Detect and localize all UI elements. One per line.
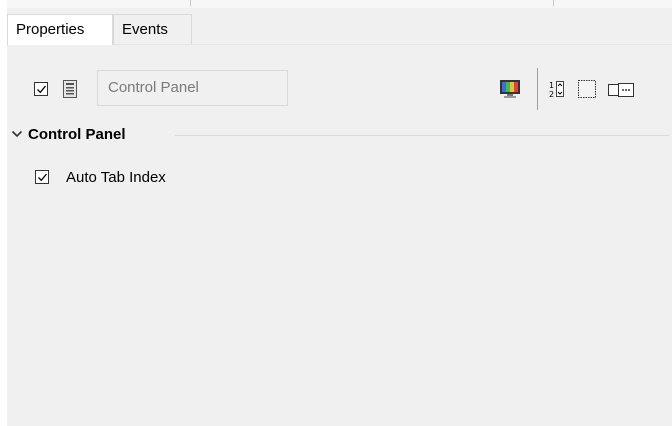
show-component-checkbox[interactable] <box>34 82 48 96</box>
properties-panel: Properties Events Control Panel 1 2 Cont… <box>7 0 672 426</box>
monitor-colors-icon[interactable] <box>499 79 521 103</box>
auto-tab-index-checkbox[interactable] <box>35 170 49 184</box>
control-panel-section-header[interactable]: Control Panel <box>7 124 672 146</box>
auto-tab-index-label: Auto Tab Index <box>66 169 166 186</box>
svg-text:2: 2 <box>549 90 554 98</box>
top-divider-tick <box>190 0 191 6</box>
svg-text:1: 1 <box>549 81 554 90</box>
toggle-button-icon[interactable] <box>608 83 634 101</box>
top-divider-tick <box>553 0 554 6</box>
component-name-field[interactable]: Control Panel <box>97 70 288 106</box>
tab-properties-label: Properties <box>16 21 85 38</box>
checkmark-icon <box>38 173 48 182</box>
tab-properties[interactable]: Properties <box>7 14 113 45</box>
tab-events[interactable]: Events <box>113 14 192 44</box>
component-icon <box>63 80 77 102</box>
checkmark-icon <box>37 85 47 94</box>
tab-events-label: Events <box>122 21 168 38</box>
toolbar-separator <box>537 68 538 110</box>
top-strip <box>7 0 672 8</box>
dotted-rectangle-icon[interactable] <box>578 80 596 102</box>
chevron-down-icon[interactable] <box>11 129 23 139</box>
section-title: Control Panel <box>28 126 126 143</box>
section-divider <box>175 135 669 136</box>
tab-order-icon[interactable]: 1 2 <box>549 80 565 102</box>
